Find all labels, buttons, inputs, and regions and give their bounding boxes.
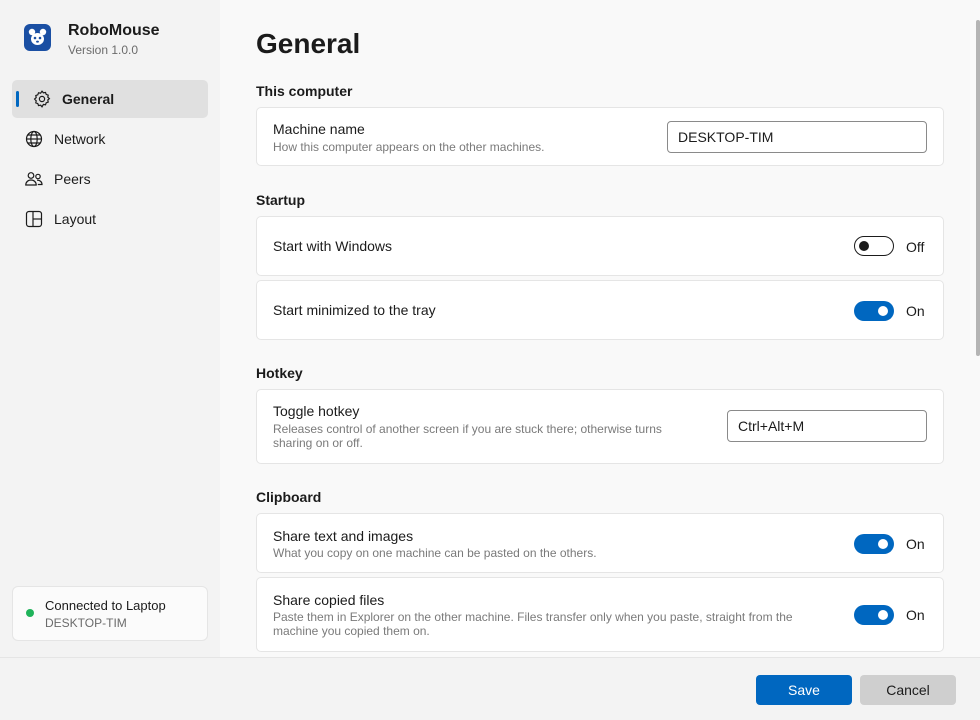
share-text-state: On <box>906 536 925 552</box>
start-minimized-state: On <box>906 303 925 319</box>
robomouse-logo-icon <box>24 24 51 51</box>
section-title-startup: Startup <box>256 192 305 208</box>
section-title-hotkey: Hotkey <box>256 365 303 381</box>
share-files-description-line2: machine you copied them on. <box>273 624 430 638</box>
sidebar-item-label: General <box>62 91 115 107</box>
toggle-knob <box>859 241 869 251</box>
connection-status-card: Connected to Laptop DESKTOP-TIM <box>12 586 208 641</box>
sidebar-item-peers[interactable]: Peers <box>12 160 208 198</box>
app-name: RoboMouse <box>68 22 160 39</box>
share-files-label: Share copied files <box>273 592 385 608</box>
sidebar: RoboMouse Version 1.0.0 General Network … <box>0 0 220 657</box>
sidebar-item-network[interactable]: Network <box>12 120 208 158</box>
machine-name-description: How this computer appears on the other m… <box>273 140 545 154</box>
share-files-card: Share copied files Paste them in Explore… <box>256 577 944 652</box>
share-text-card: Share text and images What you copy on o… <box>256 513 944 573</box>
share-files-state: On <box>906 607 925 623</box>
people-icon <box>24 169 44 189</box>
share-text-label: Share text and images <box>273 528 414 544</box>
scrollbar-thumb[interactable] <box>976 20 980 356</box>
section-title-this-computer: This computer <box>256 83 353 99</box>
globe-icon <box>24 129 44 149</box>
start-with-windows-state: Off <box>906 239 925 255</box>
start-minimized-toggle[interactable] <box>854 301 894 321</box>
connection-status-host: DESKTOP-TIM <box>45 616 127 630</box>
start-minimized-card: Start minimized to the tray On <box>256 280 944 340</box>
toggle-hotkey-description-line2: sharing on or off. <box>273 436 363 450</box>
layout-icon <box>24 209 44 229</box>
gear-icon <box>32 89 52 109</box>
sidebar-item-label: Peers <box>54 171 91 187</box>
sidebar-item-label: Network <box>54 131 106 147</box>
toggle-hotkey-card: Toggle hotkey Releases control of anothe… <box>256 389 944 464</box>
cancel-button[interactable]: Cancel <box>860 675 956 705</box>
sidebar-item-layout[interactable]: Layout <box>12 200 208 238</box>
save-button[interactable]: Save <box>756 675 852 705</box>
section-title-clipboard: Clipboard <box>256 489 322 505</box>
status-dot-icon <box>26 609 34 617</box>
main-content: General This computer Machine name How t… <box>220 0 980 657</box>
toggle-knob <box>878 610 888 620</box>
start-with-windows-label: Start with Windows <box>273 238 393 254</box>
toggle-hotkey-input[interactable] <box>727 410 927 442</box>
machine-name-input[interactable] <box>667 121 927 153</box>
start-minimized-label: Start minimized to the tray <box>273 302 436 318</box>
start-with-windows-toggle[interactable] <box>854 236 894 256</box>
toggle-hotkey-label: Toggle hotkey <box>273 403 360 419</box>
app-version: Version 1.0.0 <box>68 43 139 57</box>
machine-name-label: Machine name <box>273 121 365 137</box>
toggle-knob <box>878 306 888 316</box>
footer-bar: Save Cancel <box>0 657 980 720</box>
start-with-windows-card: Start with Windows Off <box>256 216 944 276</box>
sidebar-item-label: Layout <box>54 211 97 227</box>
machine-name-card: Machine name How this computer appears o… <box>256 107 944 166</box>
share-text-description: What you copy on one machine can be past… <box>273 546 597 560</box>
share-files-description-line1: Paste them in Explorer on the other mach… <box>273 610 793 624</box>
share-text-toggle[interactable] <box>854 534 894 554</box>
sidebar-nav: General Network Peers Layout <box>12 80 208 240</box>
toggle-knob <box>878 539 888 549</box>
page-title: General <box>256 28 361 59</box>
brand: RoboMouse Version 1.0.0 <box>24 22 160 57</box>
share-files-toggle[interactable] <box>854 605 894 625</box>
sidebar-item-general[interactable]: General <box>12 80 208 118</box>
connection-status-title: Connected to Laptop <box>45 598 166 613</box>
toggle-hotkey-description-line1: Releases control of another screen if yo… <box>273 422 662 436</box>
